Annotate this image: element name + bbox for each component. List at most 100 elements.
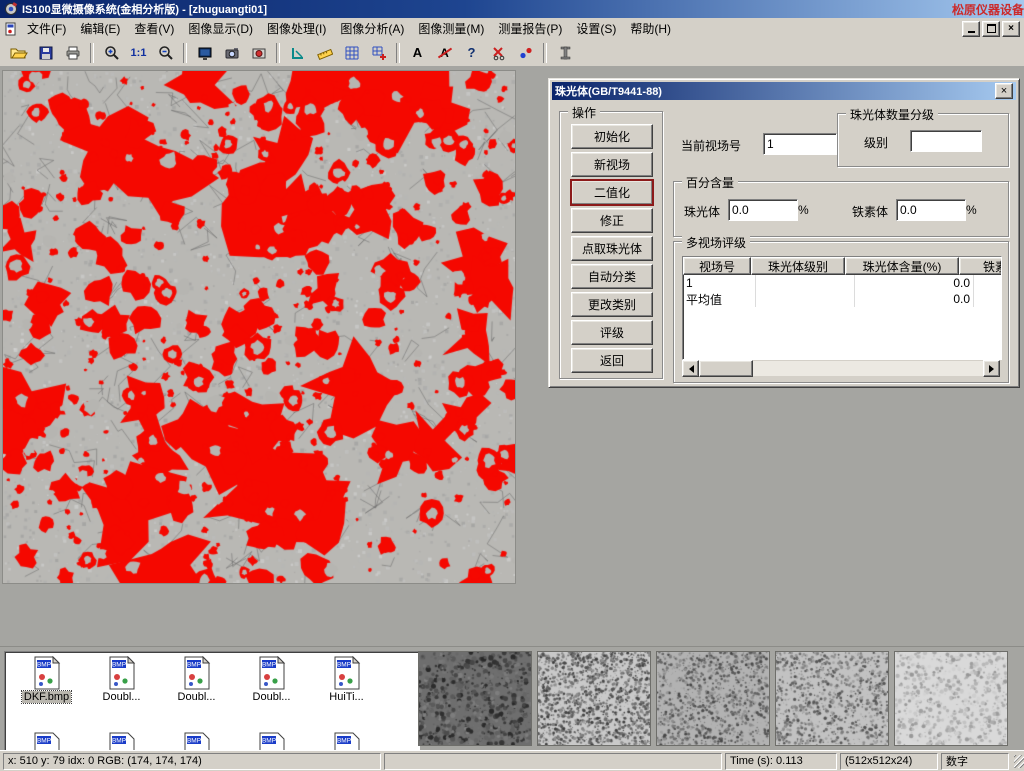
column-pearlite-content[interactable]: 珠光体含量(%) [845, 257, 959, 275]
thumbnail-image[interactable] [775, 651, 889, 746]
ferrite-percent-input[interactable] [896, 199, 966, 221]
operation-button[interactable]: 更改类别 [571, 292, 653, 317]
table-row[interactable]: 1 0.0 [683, 275, 1001, 291]
file-list[interactable]: BMP DKF.bmp BMP [4, 651, 420, 753]
percent-group: 百分含量 珠光体 % 铁素体 % [673, 181, 1009, 237]
bmp-file-icon: BMP [257, 656, 287, 690]
operation-button[interactable]: 新视场 [571, 152, 653, 177]
title-bar: IS100显微摄像系统(金相分析版) - [zhuguangti01] 松原仪器… [0, 0, 1024, 18]
pearlite-dialog: 珠光体(GB/T9441-88) × 操作 初始化 新视场 二值化 修正 [548, 78, 1020, 388]
rating-table[interactable]: 视场号 珠光体级别 珠光体含量(%) 铁素 1 0.0 [682, 256, 1002, 360]
operation-group: 操作 初始化 新视场 二值化 修正 点取珠光体 自动分类 [559, 111, 663, 379]
scroll-left-button[interactable] [682, 360, 699, 377]
menu-item[interactable]: 文件(F) [20, 17, 73, 40]
table-horizontal-scrollbar[interactable] [682, 361, 1000, 376]
svg-text:BMP: BMP [261, 738, 275, 745]
save-button[interactable] [33, 41, 58, 64]
mdi-minimize-button[interactable] [962, 21, 980, 37]
text-delete-button[interactable]: A [432, 41, 457, 64]
file-item[interactable]: BMP DKF.bmp [9, 656, 84, 726]
dialog-title-bar[interactable]: 珠光体(GB/T9441-88) × [552, 82, 1016, 100]
menu-item[interactable]: 查看(V) [127, 17, 181, 40]
current-field-input[interactable] [763, 133, 837, 155]
menu-item[interactable]: 图像显示(D) [181, 17, 260, 40]
video-preview-icon [197, 45, 213, 61]
table-row[interactable]: 平均值 0.0 [683, 291, 1001, 307]
svg-text:BMP: BMP [186, 662, 200, 669]
text-annotation-button[interactable]: A [405, 41, 430, 64]
file-item[interactable]: BMP Doubl... [159, 656, 234, 726]
file-name: DKF.bmp [22, 691, 71, 703]
print-button[interactable] [60, 41, 85, 64]
measure-ruler-button[interactable] [312, 41, 337, 64]
thumbnail-image[interactable] [418, 651, 532, 746]
camera-button[interactable] [219, 41, 244, 64]
thumbnail-image[interactable] [537, 651, 651, 746]
ferrite-content-cell [974, 275, 1002, 291]
column-ferrite[interactable]: 铁素 [959, 257, 1002, 275]
operation-button[interactable]: 自动分类 [571, 264, 653, 289]
micrograph-image[interactable] [2, 70, 516, 584]
help-icon: ? [468, 45, 476, 60]
file-item[interactable]: BMP HuiTi... [309, 656, 384, 726]
mdi-restore-button[interactable] [982, 21, 1000, 37]
minimize-icon [968, 31, 975, 33]
zoom-out-icon [158, 45, 174, 61]
operation-button[interactable]: 初始化 [571, 124, 653, 149]
scissors-icon [491, 45, 507, 61]
left-arrow-icon [685, 365, 694, 373]
column-field-number[interactable]: 视场号 [683, 257, 751, 275]
file-item[interactable]: BMP Doubl... [234, 656, 309, 726]
menu-item[interactable]: 图像测量(M) [411, 17, 491, 40]
capture-button[interactable] [246, 41, 271, 64]
operation-button[interactable]: 评级 [571, 320, 653, 345]
help-button[interactable]: ? [459, 41, 484, 64]
level-input[interactable] [910, 130, 982, 152]
bmp-file-icon: BMP [182, 656, 212, 690]
file-item[interactable]: BMP Doubl... [84, 656, 159, 726]
svg-text:BMP: BMP [36, 662, 50, 669]
video-preview-button[interactable] [192, 41, 217, 64]
operation-button[interactable]: 返回 [571, 348, 653, 373]
thumbnail-image[interactable] [894, 651, 1008, 746]
operation-button[interactable]: 点取珠光体 [571, 236, 653, 261]
pearlite-percent-input[interactable] [728, 199, 798, 221]
scroll-right-button[interactable] [983, 360, 1000, 377]
bmp-file-icon: BMP [107, 656, 137, 690]
save-floppy-icon [38, 45, 54, 61]
mdi-close-button[interactable]: × [1002, 21, 1020, 37]
mdi-workspace: 珠光体(GB/T9441-88) × 操作 初始化 新视场 二值化 修正 [0, 66, 1024, 646]
dialog-close-button[interactable]: × [995, 83, 1013, 99]
file-name: Doubl... [101, 691, 143, 703]
close-icon: × [1008, 24, 1014, 34]
menu-item[interactable]: 图像分析(A) [333, 17, 411, 40]
toolbar-separator [276, 43, 280, 63]
table-body: 1 0.0 平均值 0.0 [683, 275, 1001, 307]
pearlite-content-cell: 0.0 [855, 275, 974, 291]
mdi-document-icon[interactable] [4, 22, 18, 36]
scrollbar-thumb[interactable] [699, 360, 753, 377]
grid-add-button[interactable] [366, 41, 391, 64]
resize-grip[interactable] [1014, 755, 1024, 768]
actual-size-button[interactable]: 1:1 [126, 41, 151, 64]
menu-item[interactable]: 设置(S) [569, 17, 623, 40]
open-button[interactable] [6, 41, 31, 64]
menu-item[interactable]: 编辑(E) [73, 17, 127, 40]
file-name: Doubl... [251, 691, 293, 703]
zoom-out-button[interactable] [153, 41, 178, 64]
color-points-button[interactable] [513, 41, 538, 64]
calibrate-grid-button[interactable] [339, 41, 364, 64]
operation-button[interactable]: 修正 [571, 208, 653, 233]
column-pearlite-grade[interactable]: 珠光体级别 [751, 257, 845, 275]
zoom-in-button[interactable] [99, 41, 124, 64]
cut-region-button[interactable] [486, 41, 511, 64]
operation-button[interactable]: 二值化 [571, 180, 653, 205]
stand-button[interactable] [552, 41, 577, 64]
menu-item[interactable]: 测量报告(P) [491, 17, 569, 40]
thumbnail-image[interactable] [656, 651, 770, 746]
camera-icon [224, 45, 240, 61]
menu-item[interactable]: 帮助(H) [623, 17, 678, 40]
measure-caliper-button[interactable] [285, 41, 310, 64]
status-filler [384, 753, 722, 770]
menu-item[interactable]: 图像处理(I) [260, 17, 333, 40]
